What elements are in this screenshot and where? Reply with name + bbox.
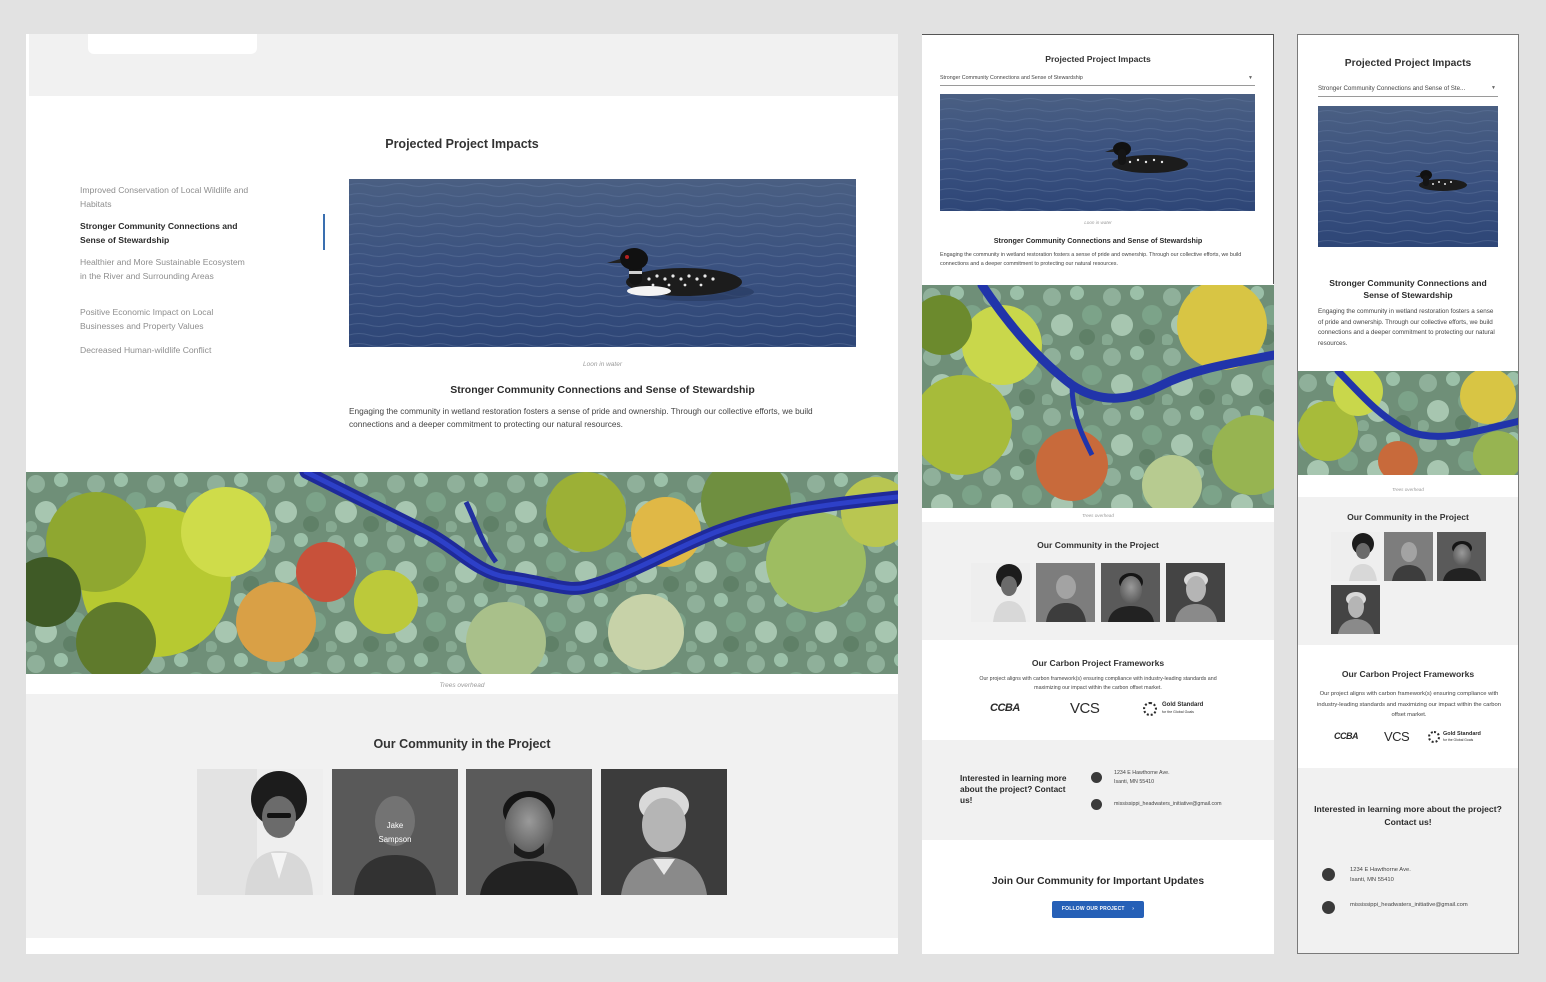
impact-heading: Stronger Community Connections and Sense…: [993, 236, 1203, 245]
chevron-right-icon: ›: [1132, 906, 1135, 912]
member-portrait-2[interactable]: [1036, 563, 1095, 622]
address-line-2: Isanti, MN 55410: [1114, 779, 1155, 785]
impacts-title: Projected Project Impacts: [1045, 54, 1151, 64]
framework-logos: CCBA VCS Gold Standard for the Global Go…: [1332, 729, 1492, 749]
contact-section: Interested in learning more about the pr…: [1298, 768, 1518, 953]
join-title: Join Our Community for Important Updates: [991, 876, 1205, 887]
framework-logos: CCBA VCS Gold Standard for the Global Go…: [982, 700, 1222, 720]
community-section: Our Community in the Project: [1298, 497, 1518, 645]
contact-section: Interested in learning more about the pr…: [922, 740, 1274, 840]
frameworks-title: Our Carbon Project Frameworks: [1341, 669, 1475, 679]
community-title: Our Community in the Project: [1347, 512, 1469, 522]
impact-nav-item-ecosystem[interactable]: Healthier and More Sustainable Ecosystem…: [80, 255, 250, 283]
follow-button-label: FOLLOW OUR PROJECT: [1061, 906, 1125, 912]
vcs-logo: VCS: [1070, 700, 1100, 717]
trees-caption: Trees overhead: [1392, 487, 1424, 492]
member-hover-name: Jake Sampson: [332, 819, 458, 847]
community-title: Our Community in the Project: [373, 737, 551, 751]
contact-address: 1234 E Hawthorne Ave. Isanti, MN 55410: [1350, 865, 1411, 885]
location-pin-icon: [1091, 772, 1102, 783]
impact-body: Engaging the community in wetland restor…: [940, 252, 1242, 267]
loon-image: [349, 179, 856, 347]
impact-select[interactable]: Stronger Community Connections and Sense…: [940, 72, 1255, 86]
gold-standard-icon: [1428, 731, 1440, 743]
trees-overhead-image: [1298, 371, 1518, 475]
address-line-1: 1234 E Hawthorne Ave.: [1114, 770, 1170, 776]
vcs-logo: VCS: [1384, 729, 1410, 744]
address-line-2: Isanti, MN 55410: [1350, 877, 1394, 883]
impact-select-value: Stronger Community Connections and Sense…: [940, 75, 1083, 81]
contact-email-link[interactable]: mississippi_headwaters_initiative@gmail.…: [1350, 902, 1468, 908]
frameworks-title: Our Carbon Project Frameworks: [1031, 658, 1165, 668]
impact-select[interactable]: Stronger Community Connections and Sense…: [1318, 82, 1498, 97]
member-portrait-2[interactable]: Jake Sampson: [332, 769, 458, 895]
impacts-title: Projected Project Impacts: [1344, 58, 1472, 69]
desktop-page: Projected Project Impacts Improved Conse…: [26, 34, 898, 954]
gold-standard-tagline: for the Global Goals: [1443, 738, 1474, 742]
gold-standard-icon: [1143, 702, 1157, 716]
contact-email-link[interactable]: mississippi_headwaters_initiative@gmail.…: [1114, 801, 1222, 807]
member-portrait-1[interactable]: [197, 769, 323, 895]
tablet-page: Projected Project Impacts Stronger Commu…: [922, 34, 1274, 954]
impacts-title: Projected Project Impacts: [385, 137, 539, 151]
chevron-down-icon: ▼: [1491, 85, 1496, 91]
impact-heading: Stronger Community Connections and Sense…: [450, 384, 755, 396]
email-icon: [1322, 901, 1335, 914]
gold-standard-logo: Gold Standard: [1162, 702, 1204, 708]
mobile-page: Projected Project Impacts Stronger Commu…: [1297, 34, 1519, 954]
community-section: Our Community in the Project Jake Sampso…: [26, 694, 898, 938]
impact-body: Engaging the community in wetland restor…: [349, 406, 813, 429]
impact-nav-item-conflict[interactable]: Decreased Human-wildlife Conflict: [80, 343, 250, 357]
trees-caption: Trees overhead: [1082, 513, 1114, 518]
community-title: Our Community in the Project: [1037, 540, 1159, 550]
contact-prompt: Interested in learning more about the pr…: [1314, 804, 1502, 827]
member-portrait-3[interactable]: [1101, 563, 1160, 622]
trees-caption: Trees overhead: [439, 682, 485, 689]
loon-caption: Loon in water: [582, 361, 623, 368]
ccba-logo: CCBA: [1334, 731, 1359, 741]
impact-nav-item-economic[interactable]: Positive Economic Impact on Local Busine…: [80, 305, 250, 333]
loon-caption: Loon in water: [1084, 220, 1112, 225]
contact-prompt: Interested in learning more about the pr…: [960, 773, 1067, 805]
gold-standard-tagline: for the Global Goals: [1162, 710, 1194, 714]
member-portrait-1[interactable]: [1331, 532, 1380, 581]
contact-address: 1234 E Hawthorne Ave. Isanti, MN 55410: [1114, 769, 1170, 787]
follow-project-button[interactable]: FOLLOW OUR PROJECT ›: [1052, 901, 1144, 918]
member-portrait-4[interactable]: [1331, 585, 1380, 634]
impact-heading: Stronger Community Connections and Sense…: [1329, 278, 1487, 300]
loon-image: [940, 94, 1255, 211]
member-portrait-3[interactable]: [1437, 532, 1486, 581]
email-icon: [1091, 799, 1102, 810]
frameworks-body: Our project aligns with carbon framework…: [1317, 691, 1501, 718]
active-indicator: [323, 214, 325, 250]
chevron-down-icon: ▼: [1248, 75, 1253, 81]
ccba-logo: CCBA: [990, 702, 1020, 714]
member-portrait-4[interactable]: [601, 769, 727, 895]
member-portrait-3[interactable]: [466, 769, 592, 895]
community-section: Our Community in the Project: [922, 522, 1274, 640]
top-card: [88, 34, 257, 54]
location-pin-icon: [1322, 868, 1335, 881]
member-portrait-4[interactable]: [1166, 563, 1225, 622]
impact-nav-item-wildlife[interactable]: Improved Conservation of Local Wildlife …: [80, 183, 250, 211]
member-first-name: Jake: [386, 821, 404, 830]
impact-body: Engaging the community in wetland restor…: [1318, 308, 1495, 347]
trees-overhead-image: [26, 472, 898, 674]
trees-overhead-image: [922, 285, 1274, 508]
member-last-name: Sampson: [378, 835, 412, 844]
frame-border: [922, 34, 1274, 35]
gold-standard-logo: Gold Standard: [1443, 731, 1481, 737]
member-portrait-1[interactable]: [971, 563, 1030, 622]
impact-select-value: Stronger Community Connections and Sense…: [1318, 85, 1466, 92]
frameworks-body: Our project aligns with carbon framework…: [979, 676, 1217, 691]
address-line-1: 1234 E Hawthorne Ave.: [1350, 867, 1411, 873]
loon-image: [1318, 106, 1498, 247]
member-portrait-2[interactable]: [1384, 532, 1433, 581]
impact-nav-item-community[interactable]: Stronger Community Connections and Sense…: [80, 219, 250, 247]
frame-border: [1273, 34, 1274, 284]
